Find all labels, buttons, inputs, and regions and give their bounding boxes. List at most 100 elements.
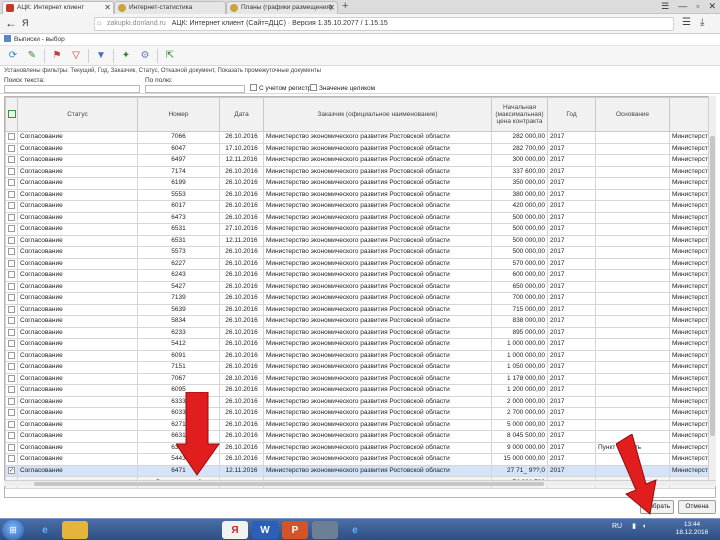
tab-internet-stats[interactable]: Интернет-статистика: [114, 1, 226, 14]
table-row[interactable]: Согласование 5553 26.10.2016 Министерство э…: [5, 188, 715, 201]
table-row[interactable]: Согласование 7066 26.10.2016 Министерство э…: [5, 131, 715, 144]
column-header-price[interactable]: Начальная (максимальная) цена контракта: [491, 97, 548, 132]
row-checkbox[interactable]: [8, 351, 15, 359]
row-checkbox-cell[interactable]: [5, 292, 18, 305]
horizontal-scrollbar[interactable]: [4, 480, 716, 486]
checkbox-box[interactable]: [250, 84, 257, 91]
table-row[interactable]: Согласование 6233 26.10.2016 Министерство э…: [5, 326, 715, 339]
table-row[interactable]: Согласование 5443 26.10.2016 Министерство э…: [5, 453, 715, 466]
row-checkbox[interactable]: [8, 202, 15, 210]
row-checkbox[interactable]: [8, 179, 15, 187]
row-checkbox-cell[interactable]: [5, 131, 18, 144]
filter-settings-icon[interactable]: ▼: [94, 49, 108, 63]
table-row[interactable]: Согласование 7151 26.10.2016 Министерство э…: [5, 361, 715, 374]
filter-clear-icon[interactable]: ⚑: [50, 49, 64, 63]
search-text-input[interactable]: [4, 85, 140, 93]
row-checkbox[interactable]: [8, 282, 15, 290]
close-tab-icon[interactable]: ✕: [328, 2, 335, 13]
table-row[interactable]: Согласование 6033 26.10.2016 Министерство э…: [5, 407, 715, 420]
row-checkbox-cell[interactable]: [5, 430, 18, 443]
column-header-date[interactable]: Дата: [219, 97, 264, 132]
row-checkbox[interactable]: [8, 167, 15, 175]
row-checkbox-cell[interactable]: [5, 315, 18, 328]
run-action-icon[interactable]: ✦: [119, 49, 133, 63]
row-checkbox[interactable]: [8, 409, 15, 417]
row-checkbox[interactable]: [8, 328, 15, 336]
row-checkbox[interactable]: [8, 213, 15, 221]
bookmarks-icon[interactable]: ☰: [682, 17, 691, 28]
table-row[interactable]: Согласование 6271 26.10.2016 Министерство э…: [5, 418, 715, 431]
whole-value-checkbox[interactable]: Значение целиком: [310, 84, 375, 92]
table-row[interactable]: Согласование 6017 26.10.2016 Министерство э…: [5, 200, 715, 213]
row-checkbox-cell[interactable]: [5, 246, 18, 259]
network-icon[interactable]: ▮: [632, 523, 636, 530]
row-checkbox[interactable]: [8, 420, 15, 428]
row-checkbox[interactable]: [8, 259, 15, 267]
row-checkbox[interactable]: ✓: [8, 466, 15, 474]
back-arrow-icon[interactable]: ←: [5, 16, 17, 30]
table-row[interactable]: Согласование 6531 12.11.2016 Министерство э…: [5, 234, 715, 247]
table-row[interactable]: Согласование 5573 26.10.2016 Министерство э…: [5, 246, 715, 259]
row-checkbox[interactable]: [8, 236, 15, 244]
filter-icon[interactable]: ▽: [69, 49, 83, 63]
url-field[interactable]: ⌂ zakupki.donland.ru АЦК: Интернет клиен…: [94, 17, 674, 31]
row-checkbox-cell[interactable]: [5, 280, 18, 293]
table-row[interactable]: Согласование 5834 26.10.2016 Министерство э…: [5, 315, 715, 328]
table-row[interactable]: Согласование 6243 26.10.2016 Министерство э…: [5, 269, 715, 282]
table-row[interactable]: Согласование 7139 26.10.2016 Министерство э…: [5, 292, 715, 305]
column-header-status[interactable]: Статус: [17, 97, 138, 132]
minimize-icon[interactable]: —: [678, 0, 687, 14]
menu-icon[interactable]: ☰: [661, 0, 669, 14]
column-header-year[interactable]: Год: [547, 97, 596, 132]
row-checkbox[interactable]: [8, 294, 15, 302]
volume-icon[interactable]: ◖: [642, 523, 646, 530]
table-row[interactable]: Согласование 6047 17.10.2016 Министерство э…: [5, 142, 715, 155]
row-checkbox[interactable]: [8, 317, 15, 325]
taskbar-app-icon[interactable]: [312, 521, 338, 539]
row-checkbox[interactable]: [8, 156, 15, 164]
taskbar-ie-icon[interactable]: e: [32, 521, 58, 539]
table-row[interactable]: Согласование 6631 26.10.2016 Министерство э…: [5, 430, 715, 443]
horizontal-scroll-thumb[interactable]: [34, 482, 544, 486]
table-row[interactable]: Согласование 5412 26.10.2016 Министерство э…: [5, 338, 715, 351]
taskbar-yandex-icon[interactable]: Я: [222, 521, 248, 539]
taskbar-explorer-icon[interactable]: [62, 521, 88, 539]
edit-document-icon[interactable]: ✎: [25, 49, 39, 63]
vertical-scroll-thumb[interactable]: [710, 136, 715, 436]
row-checkbox-cell[interactable]: [5, 142, 18, 155]
row-checkbox-cell[interactable]: [5, 223, 18, 236]
row-checkbox-cell[interactable]: [5, 165, 18, 178]
row-checkbox[interactable]: [8, 190, 15, 198]
row-checkbox-cell[interactable]: ✓: [5, 464, 18, 477]
download-icon[interactable]: ⤓: [700, 17, 704, 28]
checkbox-box[interactable]: [310, 84, 317, 91]
row-checkbox-cell[interactable]: [5, 188, 18, 201]
row-checkbox[interactable]: [8, 397, 15, 405]
tab-ack-client[interactable]: АЦК: Интернет клиент ✕: [2, 1, 114, 14]
table-row[interactable]: Согласование 6497 12.11.2016 Министерство э…: [5, 154, 715, 167]
row-checkbox-cell[interactable]: [5, 395, 18, 408]
row-checkbox-cell[interactable]: [5, 257, 18, 270]
row-checkbox-cell[interactable]: [5, 303, 18, 316]
row-checkbox-cell[interactable]: [5, 372, 18, 385]
row-checkbox-cell[interactable]: [5, 234, 18, 247]
table-row[interactable]: Согласование 5639 26.10.2016 Министерство э…: [5, 303, 715, 316]
row-checkbox[interactable]: [8, 443, 15, 451]
row-checkbox-cell[interactable]: [5, 453, 18, 466]
row-checkbox[interactable]: [8, 455, 15, 463]
table-row[interactable]: Согласование 7067 28.10.2016 Министерство э…: [5, 372, 715, 385]
export-icon[interactable]: ⇱: [163, 49, 177, 63]
row-checkbox-cell[interactable]: [5, 338, 18, 351]
row-checkbox-cell[interactable]: [5, 269, 18, 282]
row-checkbox-cell[interactable]: [5, 200, 18, 213]
table-row[interactable]: Согласование 6531 27.10.2016 Министерство э…: [5, 223, 715, 236]
start-button[interactable]: ⊞: [2, 520, 24, 540]
taskbar-word-icon[interactable]: W: [252, 521, 278, 539]
yandex-home-label[interactable]: Я: [22, 18, 29, 28]
row-checkbox[interactable]: [8, 386, 15, 394]
row-checkbox-cell[interactable]: [5, 326, 18, 339]
table-row[interactable]: Согласование 5427 26.10.2016 Министерство э…: [5, 280, 715, 293]
clock[interactable]: 13:44 18.12.2016: [668, 521, 716, 537]
row-checkbox-cell[interactable]: [5, 441, 18, 454]
column-header-number[interactable]: Номер: [137, 97, 220, 132]
